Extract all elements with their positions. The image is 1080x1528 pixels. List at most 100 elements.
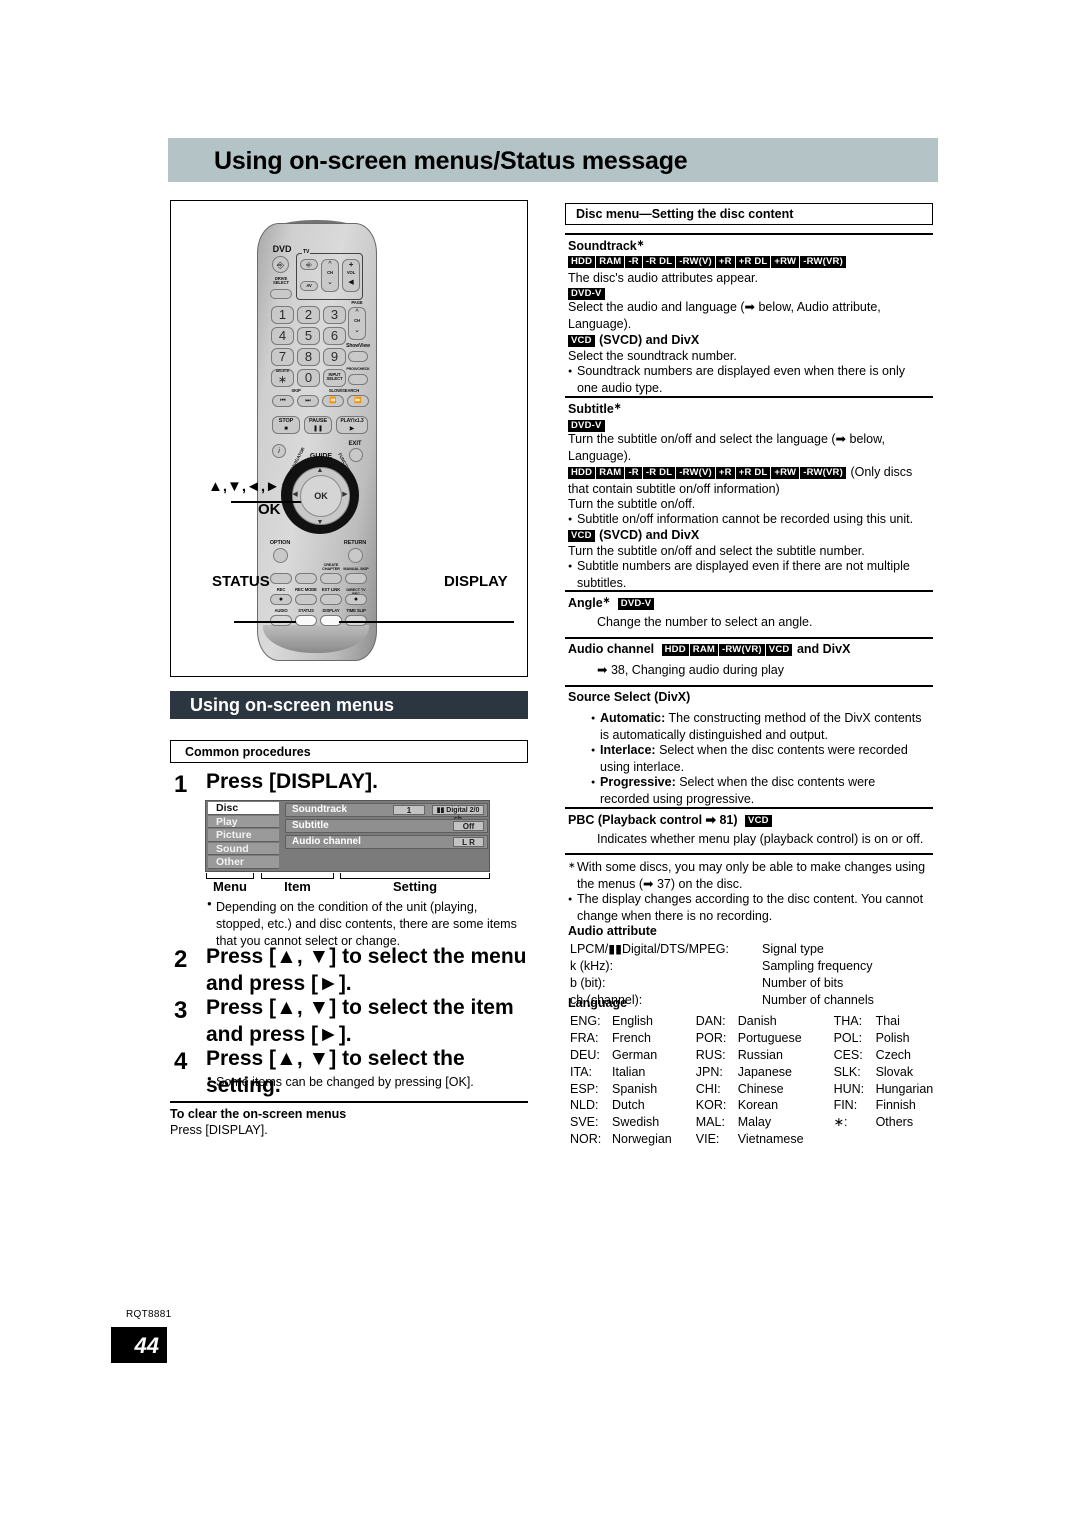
table-row: SVE: Swedish MAL: Malay ∗: Others bbox=[570, 1115, 933, 1130]
bullet-dot: ● bbox=[207, 899, 212, 908]
angle-heading: Angle∗ DVD-V bbox=[568, 595, 655, 610]
status-callout-leader bbox=[234, 621, 296, 623]
display-callout-leader bbox=[339, 621, 514, 623]
section-heading-bar: Using on-screen menus bbox=[170, 691, 528, 719]
power-icon: ⎆ bbox=[276, 260, 285, 270]
lang-name-c1-2: German bbox=[612, 1047, 658, 1062]
footnote-asterisk-note: ∗ With some discs, you may only be able … bbox=[568, 859, 929, 892]
lang-code-c1-2: DEU: bbox=[570, 1047, 600, 1062]
pbc-heading-text: PBC (Playback control ➡ 81) bbox=[568, 813, 738, 827]
footnote-asterisk: ∗ bbox=[568, 860, 576, 870]
footnote-display-bullet: The display changes according to the dis… bbox=[568, 891, 929, 924]
num-3-label: 3 bbox=[330, 307, 339, 322]
step-1-note-text: Depending on the condition of the unit (… bbox=[216, 900, 517, 948]
step-4-number: 4 bbox=[174, 1048, 188, 1075]
lang-code-c2-5: KOR: bbox=[695, 1098, 727, 1113]
soundtrack-vcd-suffix: (SVCD) and DivX bbox=[595, 333, 700, 347]
slow-search-group-label: SLOW/SEARCH bbox=[328, 388, 360, 393]
option-label: OPTION bbox=[269, 540, 291, 546]
lang-name-c1-6: Swedish bbox=[612, 1115, 660, 1130]
lang-code-c3-4: HUN: bbox=[833, 1081, 865, 1096]
tag-r: -R bbox=[625, 466, 642, 479]
tag-plus-r: +R bbox=[715, 466, 735, 479]
audio-attribute-heading: Audio attribute bbox=[568, 924, 657, 938]
lang-code-c2-0: DAN: bbox=[695, 1014, 726, 1028]
source-select-automatic-label: Automatic: bbox=[600, 711, 666, 725]
left-divider-rule bbox=[170, 1101, 528, 1104]
osd-audio-channel-value: L R bbox=[453, 837, 484, 847]
create-chapter-label: CREATE CHAPTER bbox=[322, 563, 340, 571]
stop-icon: ■ bbox=[284, 426, 288, 432]
angle-text: Change the number to select an angle. bbox=[597, 615, 813, 629]
tag-hdd: HDD bbox=[568, 255, 596, 268]
table-row: NLD: Dutch KOR: Korean FIN: Finnish bbox=[570, 1098, 933, 1113]
soundtrack-line-2: Select the audio and language (➡ below, … bbox=[568, 300, 881, 331]
tag-plus-rw: +RW bbox=[771, 255, 800, 268]
step-1-note: ● Depending on the condition of the unit… bbox=[207, 899, 528, 949]
down-arrow-icon: ▼ bbox=[316, 519, 324, 526]
rule-above-subtitle bbox=[565, 396, 933, 398]
osd-subtitle-value: Off bbox=[453, 821, 484, 831]
tag-vcd: VCD bbox=[568, 334, 595, 347]
right-arrow-icon: ▶ bbox=[342, 491, 348, 498]
rule-above-angle bbox=[565, 590, 933, 592]
lang-name-c2-5: Korean bbox=[737, 1098, 779, 1113]
disc-menu-title-text: Disc menu—Setting the disc content bbox=[576, 207, 794, 221]
lang-name-c1-1: French bbox=[612, 1030, 651, 1045]
lang-name-c3-4: Hungarian bbox=[875, 1081, 934, 1096]
tag-ram: RAM bbox=[596, 466, 625, 479]
osd-menu-item-picture: Picture bbox=[208, 829, 279, 842]
audio-attr-left-1: k (kHz): bbox=[570, 959, 614, 973]
tag-vcd: VCD bbox=[765, 643, 793, 656]
skip-forward-icon: ⏭ bbox=[305, 398, 311, 404]
rec-mode-button bbox=[295, 594, 317, 605]
lang-name-c3-1: Polish bbox=[875, 1030, 910, 1045]
direct-tv-rec-dot-icon: ● bbox=[353, 596, 359, 603]
brace-label-item: Item bbox=[284, 879, 311, 894]
rec-label: REC bbox=[276, 587, 286, 592]
lang-code-c1-6: SVE: bbox=[570, 1115, 599, 1130]
language-table: ENG: English DAN: Danish THA: Thai FRA: … bbox=[568, 1012, 935, 1149]
lang-code-c1-5: NLD: bbox=[570, 1098, 599, 1113]
osd-soundtrack-value-number: 1 bbox=[393, 805, 425, 815]
lang-name-c1-3: Italian bbox=[612, 1064, 646, 1079]
option-button bbox=[273, 548, 288, 563]
showview-button bbox=[348, 351, 368, 362]
page-down-icon: ⌄ bbox=[354, 327, 360, 334]
page-up-icon: ^ bbox=[355, 309, 359, 316]
table-row: b (bit): Number of bits bbox=[570, 976, 874, 991]
tv-group-label: TV bbox=[302, 249, 311, 255]
source-select-progressive-label: Progressive: bbox=[600, 775, 676, 789]
subtitle-line-1: Turn the subtitle on/off and select the … bbox=[568, 432, 885, 463]
unlabeled-button-1 bbox=[270, 573, 292, 584]
lang-name-c2-0: Danish bbox=[737, 1014, 777, 1028]
num-0-label: 0 bbox=[304, 370, 313, 385]
unlabeled-button-2 bbox=[295, 573, 317, 584]
lang-code-c1-0: ENG: bbox=[570, 1014, 601, 1028]
lang-name-c3-6: Others bbox=[875, 1115, 914, 1130]
audio-attr-right-2: Number of bits bbox=[762, 976, 844, 990]
subtitle-asterisk: ∗ bbox=[613, 401, 622, 411]
tag-ram: RAM bbox=[596, 255, 625, 268]
num-8-label: 8 bbox=[304, 349, 313, 364]
tv-power-icon: ⎆ bbox=[306, 262, 312, 269]
table-row: DEU: German RUS: Russian CES: Czech bbox=[570, 1048, 933, 1063]
tag-rw-vr: -RW(VR) bbox=[800, 255, 846, 268]
language-heading: Language bbox=[568, 996, 628, 1010]
tag-plus-r: +R bbox=[715, 255, 735, 268]
rule-above-soundtrack bbox=[565, 233, 933, 235]
tag-plus-r-dl: +R DL bbox=[735, 255, 771, 268]
subtitle-tags-row: HDD RAM -R -R DL -RW(V) +R +R DL +RW -RW(VR) (On… bbox=[568, 464, 936, 497]
osd-menu-item-sound: Sound bbox=[208, 842, 279, 856]
bullet-dot: ● bbox=[207, 1074, 212, 1083]
status-label: STATUS bbox=[298, 608, 314, 613]
onscreen-display-mock: Disc Play Picture Sound Other Soundtrack… bbox=[205, 800, 490, 872]
pause-label: PAUSE bbox=[308, 418, 328, 424]
tag-hdd: HDD bbox=[568, 466, 596, 479]
showview-label: ShowView bbox=[346, 343, 370, 349]
common-procedures-box: Common procedures bbox=[170, 740, 528, 763]
tag-dvd-v: DVD-V bbox=[568, 419, 605, 432]
audio-attr-left-0: LPCM/▮▮Digital/DTS/MPEG: bbox=[570, 942, 729, 956]
drive-select-label: DRIVE SELECT bbox=[273, 276, 289, 286]
skip-group-label: SKIP bbox=[291, 388, 301, 393]
